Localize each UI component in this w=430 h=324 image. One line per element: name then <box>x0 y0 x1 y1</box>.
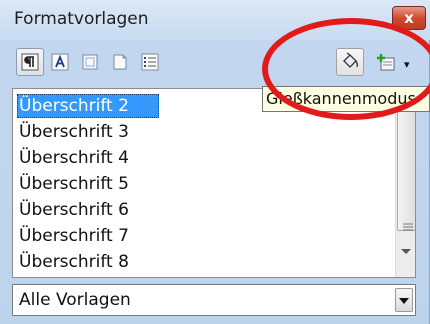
paint-bucket-icon <box>343 52 358 68</box>
window-title: Formatvorlagen <box>14 9 149 29</box>
new-style-from-selection-icon <box>377 54 395 71</box>
new-style-from-selection-button[interactable] <box>372 48 400 76</box>
styles-window: Formatvorlagen x ▾ Überschrift 2 Übersch… <box>0 0 430 324</box>
new-style-dropdown-icon[interactable]: ▾ <box>404 58 410 71</box>
scroll-grip-icon <box>403 223 413 231</box>
scroll-thumb[interactable] <box>397 91 415 231</box>
scroll-down-arrow-icon[interactable] <box>401 249 411 254</box>
list-item[interactable]: Überschrift 8 <box>17 249 387 275</box>
frame-styles-button[interactable] <box>76 48 104 76</box>
styles-list[interactable]: Überschrift 2 Überschrift 3 Überschrift … <box>12 88 416 278</box>
chevron-down-icon[interactable] <box>395 288 413 312</box>
character-styles-icon <box>51 53 69 71</box>
page-styles-button[interactable] <box>106 48 134 76</box>
page-styles-icon <box>113 54 127 70</box>
list-item[interactable]: Überschrift 3 <box>17 119 387 145</box>
vertical-scrollbar[interactable] <box>395 89 415 277</box>
close-icon: x <box>404 9 414 27</box>
style-filter-select[interactable]: Alle Vorlagen <box>12 284 416 316</box>
style-category-toolbar: ▾ <box>0 48 430 84</box>
style-filter-value: Alle Vorlagen <box>19 290 131 310</box>
list-item[interactable]: Überschrift 5 <box>17 171 387 197</box>
frame-styles-icon <box>82 54 98 70</box>
list-item[interactable]: Überschrift 4 <box>17 145 387 171</box>
paragraph-styles-icon <box>21 53 39 71</box>
character-styles-button[interactable] <box>46 48 74 76</box>
tooltip: Gießkannenmodus <box>262 86 430 112</box>
list-item[interactable]: Überschrift 6 <box>17 197 387 223</box>
list-styles-icon <box>141 53 159 71</box>
title-bar: Formatvorlagen x <box>0 0 430 40</box>
tooltip-text: Gießkannenmodus <box>266 89 416 108</box>
fill-format-mode-button[interactable] <box>336 48 364 76</box>
paragraph-styles-button[interactable] <box>16 48 44 76</box>
list-styles-button[interactable] <box>136 48 164 76</box>
close-button[interactable]: x <box>392 6 426 30</box>
list-item[interactable]: Überschrift 7 <box>17 223 387 249</box>
